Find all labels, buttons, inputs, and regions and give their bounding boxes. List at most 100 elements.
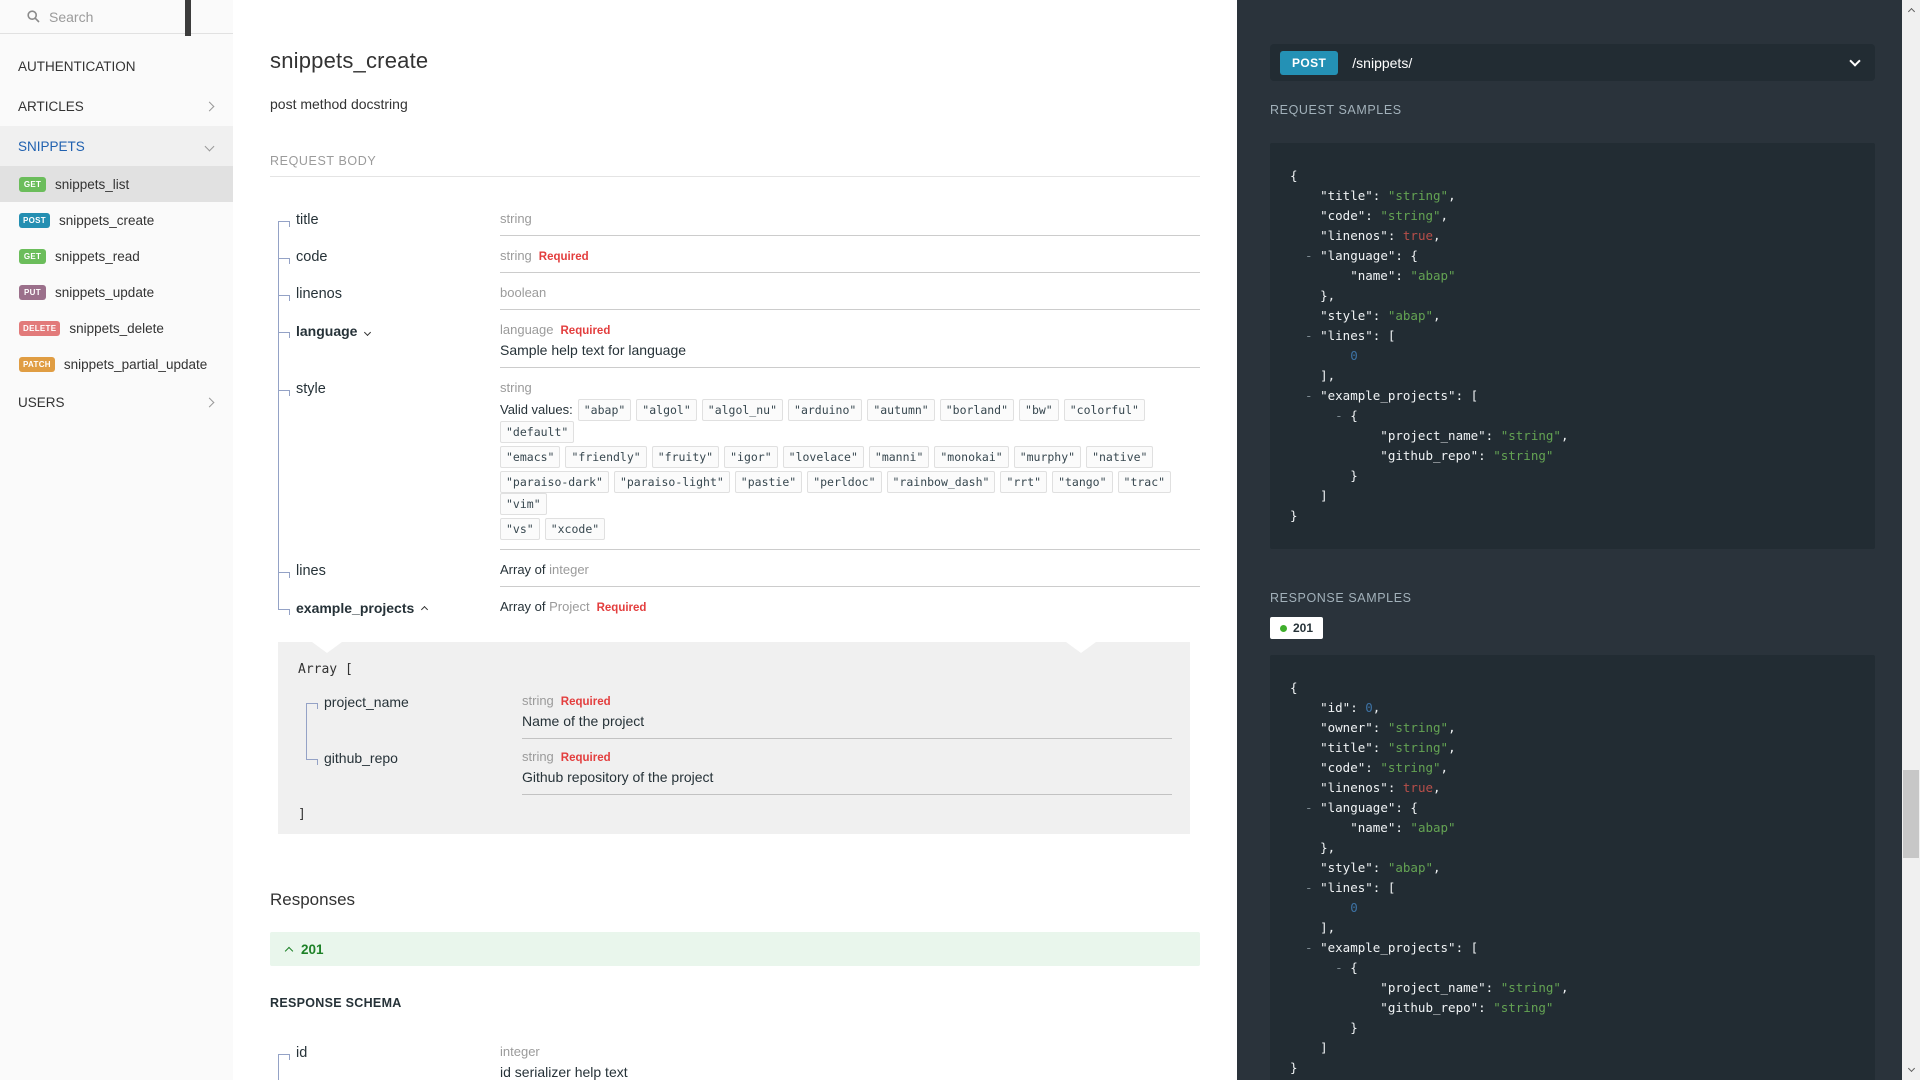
search-box[interactable] [0, 0, 233, 34]
collapse-toggle[interactable]: - [1290, 880, 1320, 895]
required-flag: Required [560, 696, 611, 708]
field-description: integer id serializer help text [500, 1044, 1200, 1080]
enum-value-chip: "vs" [500, 518, 540, 540]
scrollbar-thumb[interactable] [1903, 770, 1919, 858]
field-row-code: code string Required [270, 248, 1200, 285]
response-201-banner[interactable]: 201 [270, 932, 1200, 966]
sidebar-item-label: snippets_delete [69, 320, 164, 336]
code-line: 0 [1290, 346, 1855, 366]
enum-value-chip: "native" [1086, 446, 1154, 468]
field-name-text: code [296, 249, 328, 265]
collapse-toggle[interactable]: - [1290, 800, 1320, 815]
sidebar-group-users[interactable]: USERS [0, 382, 233, 422]
sidebar-item-label: snippets_partial_update [63, 356, 208, 372]
code-token: "abap" [1387, 860, 1433, 875]
valid-values: Valid values: "abap" "algol" "algol_nu" "ard… [500, 399, 1200, 540]
code-token: "name": [1290, 268, 1411, 283]
sidebar-item-snippets_delete[interactable]: DELETE snippets_delete [0, 310, 233, 346]
field-name-example_projects[interactable]: example_projects [296, 599, 500, 616]
code-token: 0 [1365, 700, 1373, 715]
field-type: string Required [522, 749, 1172, 764]
scroll-down-arrow-icon[interactable] [1907, 1064, 1915, 1073]
chevron-up-icon [421, 605, 429, 614]
enum-value-chip: "paraiso-light" [613, 471, 730, 493]
sidebar-group-label: AUTHENTICATION [18, 58, 136, 74]
field-type: string [500, 380, 1200, 395]
page-scrollbar[interactable] [1902, 0, 1920, 1080]
collapse-toggle[interactable]: - [1290, 940, 1320, 955]
type-name: string [522, 693, 554, 708]
post-method-badge: POST [1280, 50, 1339, 75]
enum-value-chip: "xcode" [544, 518, 606, 540]
valid-values-row: Valid values: "abap" "algol" "algol_nu" "ard… [500, 399, 1200, 443]
method-badge-get: GET [19, 176, 46, 192]
code-line: } [1290, 1058, 1855, 1078]
enum-value-chip: "friendly" [565, 446, 647, 468]
sidebar-group-articles[interactable]: ARTICLES [0, 86, 233, 126]
sidebar-item-snippets_read[interactable]: GET snippets_read [0, 238, 233, 274]
page-title: snippets_create [270, 48, 429, 73]
code-token: "abap" [1387, 308, 1433, 323]
collapse-toggle[interactable]: - [1290, 248, 1320, 263]
code-token: "lines": [ [1320, 880, 1396, 895]
field-description: boolean [500, 285, 1200, 310]
code-token: ] [1290, 1040, 1328, 1055]
sidebar-item-snippets_partial_update[interactable]: PATCH snippets_partial_update [0, 346, 233, 382]
sidebar-item-snippets_update[interactable]: PUT snippets_update [0, 274, 233, 310]
request-sample-code: { "title": "string", "code": "string", "… [1270, 143, 1875, 549]
field-name-text: example_projects [296, 600, 415, 616]
notch-left [312, 642, 342, 653]
enum-value-chip: "fruity" [651, 446, 720, 468]
method-badge-post: POST [19, 212, 50, 228]
field-type: string [500, 211, 1200, 226]
field-description: string Valid values: "abap" "algol" "algol_n… [500, 380, 1200, 550]
enum-value-chip: "manni" [868, 446, 930, 468]
code-token: "string" [1387, 188, 1449, 203]
code-token: "name": [1290, 820, 1411, 835]
chevron-right-icon [204, 397, 215, 407]
code-line: - { [1290, 406, 1855, 426]
response-samples-label: RESPONSE SAMPLES [1270, 591, 1412, 605]
field-name-text: linenos [296, 286, 342, 302]
field-name-text: lines [296, 563, 326, 579]
sidebar-item-snippets_create[interactable]: POST snippets_create [0, 202, 233, 238]
code-token: , [1433, 308, 1441, 323]
code-token: "string" [1387, 740, 1449, 755]
code-line: } [1290, 1018, 1855, 1038]
code-token: "id": [1290, 700, 1366, 715]
collapse-toggle[interactable]: - [1290, 960, 1350, 975]
request-body-label: REQUEST BODY [270, 154, 1200, 177]
code-line: "name": "abap" [1290, 266, 1855, 286]
sidebar-item-snippets_list[interactable]: GET snippets_list [0, 166, 233, 202]
enum-value-chip: "trac" [1117, 471, 1172, 493]
sidebar-scrollbar-thumb[interactable] [185, 0, 191, 36]
code-token: }, [1290, 288, 1336, 303]
code-line: } [1290, 466, 1855, 486]
code-token: "language": { [1320, 800, 1418, 815]
code-token: { [1290, 680, 1298, 695]
enum-value-chip: "colorful" [1063, 399, 1145, 421]
code-token: , [1372, 700, 1381, 715]
collapse-toggle[interactable]: - [1290, 388, 1320, 403]
type-name: integer [549, 562, 589, 577]
response-schema-label: RESPONSE SCHEMA [270, 996, 402, 1010]
collapse-toggle[interactable]: - [1290, 328, 1320, 343]
code-line: "style": "abap", [1290, 306, 1855, 326]
code-token: "linenos": [1290, 780, 1403, 795]
field-type: Array of integer [500, 562, 1200, 577]
code-line: "linenos": true, [1290, 226, 1855, 246]
sidebar-group-snippets[interactable]: SNIPPETS [0, 126, 233, 166]
code-token: "lines": [ [1320, 328, 1396, 343]
response-tab-label: 201 [1293, 621, 1314, 635]
search-input[interactable] [49, 8, 189, 25]
response-tab-201[interactable]: 201 [1270, 617, 1324, 639]
sidebar-group-authentication[interactable]: AUTHENTICATION [0, 46, 233, 86]
code-line: ], [1290, 366, 1855, 386]
code-token: , [1440, 208, 1449, 223]
field-name-language[interactable]: language [296, 322, 500, 368]
code-line: ] [1290, 1038, 1855, 1058]
scroll-up-arrow-icon[interactable] [1907, 7, 1915, 16]
operation-dropdown[interactable]: POST /snippets/ [1270, 44, 1875, 81]
code-line: "code": "string", [1290, 206, 1855, 226]
collapse-toggle[interactable]: - [1290, 408, 1350, 423]
